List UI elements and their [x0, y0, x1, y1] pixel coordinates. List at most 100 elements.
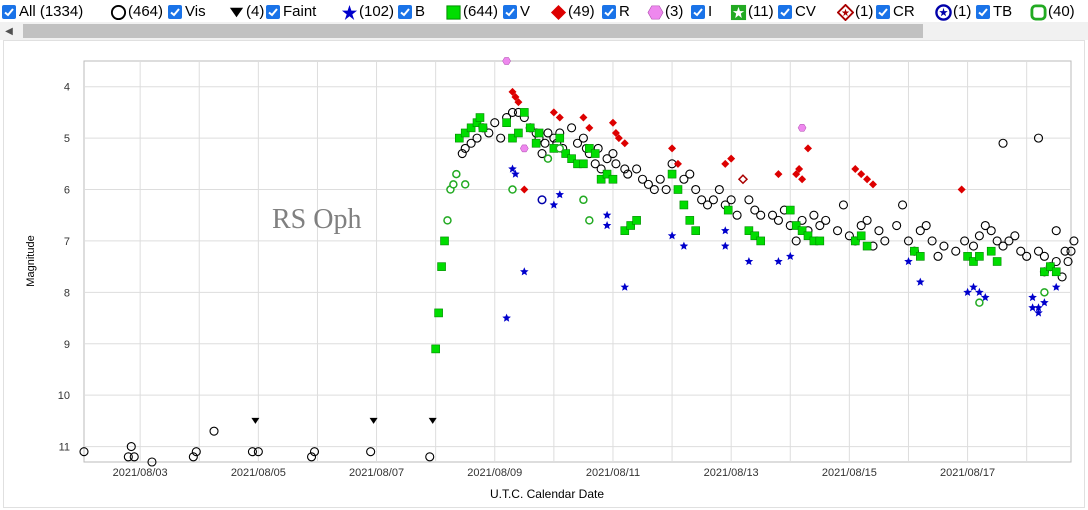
checkbox-icon[interactable]: [398, 5, 412, 19]
r-point: [869, 180, 878, 189]
tg-point: [449, 180, 458, 189]
checkbox-icon[interactable]: [602, 5, 616, 19]
v-point: [785, 205, 795, 215]
hexagon-pink-icon: [647, 4, 664, 21]
legend-label: TB: [993, 3, 1013, 20]
vis-point: [540, 138, 550, 148]
circle-open-icon: [110, 4, 127, 21]
b-point: [916, 277, 925, 286]
r-point: [608, 118, 617, 127]
x-tick-label: 2021/08/17: [940, 467, 995, 479]
x-tick-label: 2021/08/15: [822, 467, 877, 479]
vis-point: [921, 220, 931, 231]
v-point: [514, 128, 523, 138]
legend-label: CR: [893, 3, 915, 20]
vis-point: [209, 426, 219, 436]
checkbox-icon[interactable]: [266, 5, 280, 19]
r-point: [721, 159, 730, 168]
checkbox-icon[interactable]: [691, 5, 705, 19]
r-point: [851, 164, 860, 173]
legend-item-40: (40): [1030, 3, 1075, 21]
legend-item-tb[interactable]: TB: [976, 3, 1012, 21]
v-point: [856, 231, 866, 241]
vis-point: [998, 138, 1008, 148]
scroll-thumb[interactable]: [23, 24, 923, 38]
v-point: [685, 216, 695, 225]
vis-point: [968, 241, 979, 251]
vis-point: [1039, 251, 1049, 261]
v-point: [520, 108, 529, 117]
legend-item-r[interactable]: R: [602, 3, 630, 21]
r-point: [549, 108, 558, 117]
checkbox-icon[interactable]: [976, 5, 990, 19]
chart-panel: 2021/08/03 2021/08/05 2021/08/07 2021/08/09…: [3, 40, 1085, 508]
tg-point: [579, 195, 588, 205]
vis-point: [832, 226, 843, 236]
v-point: [975, 252, 984, 261]
x-tick-label: 2021/08/11: [586, 467, 640, 479]
legend-item-cv[interactable]: CV: [778, 3, 816, 21]
legend-label: B: [415, 3, 426, 20]
legend-item-b[interactable]: B: [398, 3, 425, 21]
legend-label: (11): [748, 3, 774, 20]
horizontal-scrollbar[interactable]: ◀: [0, 22, 1088, 40]
legend-item-faint[interactable]: Faint: [266, 3, 316, 21]
x-tick-label: 2021/08/05: [231, 467, 286, 479]
legend-item-49: (49): [550, 3, 595, 21]
vis-point: [425, 452, 435, 462]
legend-item-vis[interactable]: Vis: [168, 3, 206, 21]
vis-point: [366, 447, 376, 457]
scroll-left-arrow-icon[interactable]: ◀: [0, 22, 18, 40]
x-tick-label: 2021/08/09: [467, 467, 522, 479]
v-point: [534, 128, 544, 138]
legend-label: (4): [246, 3, 265, 20]
vis-point: [862, 215, 872, 225]
v-point: [691, 226, 701, 235]
vis-point: [773, 215, 783, 225]
b-point: [721, 226, 730, 235]
v-point: [579, 159, 588, 169]
checkbox-icon[interactable]: [168, 5, 182, 19]
legend-item-i[interactable]: I: [691, 3, 712, 21]
b-point: [520, 267, 529, 276]
v-point: [502, 118, 511, 127]
checkbox-icon[interactable]: [876, 5, 890, 19]
b-point: [679, 241, 689, 250]
tg-point: [452, 169, 461, 179]
b-point: [602, 221, 612, 230]
y-tick-label: 9: [64, 339, 70, 351]
legend-item-102: (102): [341, 3, 394, 21]
y-tick-label: 6: [64, 185, 70, 197]
tg-point: [1040, 288, 1049, 297]
y-tick-label: 10: [58, 390, 70, 402]
v-point: [815, 236, 825, 246]
vis-point: [939, 241, 949, 251]
diamond-open-red-icon: [836, 3, 855, 21]
legend-label: Vis: [185, 3, 206, 20]
v-point: [632, 216, 641, 225]
r-point: [774, 170, 783, 179]
legend-item-all-1334[interactable]: All (1334): [2, 3, 83, 21]
v-point: [862, 241, 872, 251]
v-point: [667, 169, 677, 179]
v-point: [431, 344, 440, 354]
vis-point: [974, 231, 984, 241]
legend-label: Faint: [283, 3, 317, 20]
checkbox-icon[interactable]: [503, 5, 517, 19]
legend-item-cr[interactable]: CR: [876, 3, 915, 21]
y-tick-label: 8: [64, 287, 70, 299]
v-point: [723, 205, 733, 215]
v-point: [679, 200, 689, 210]
checkbox-icon[interactable]: [778, 5, 792, 19]
tg-point: [555, 144, 565, 153]
vis-point: [1051, 226, 1061, 236]
series-tg: [443, 144, 1049, 307]
i-point: [502, 57, 511, 65]
b-point: [774, 257, 783, 266]
vis-point: [898, 200, 908, 210]
checkbox-icon[interactable]: [2, 5, 16, 19]
tg-point: [975, 298, 984, 307]
legend-item-11: (11): [730, 3, 774, 21]
legend-item-v[interactable]: V: [503, 3, 530, 21]
legend-label: All (1334): [19, 3, 84, 20]
